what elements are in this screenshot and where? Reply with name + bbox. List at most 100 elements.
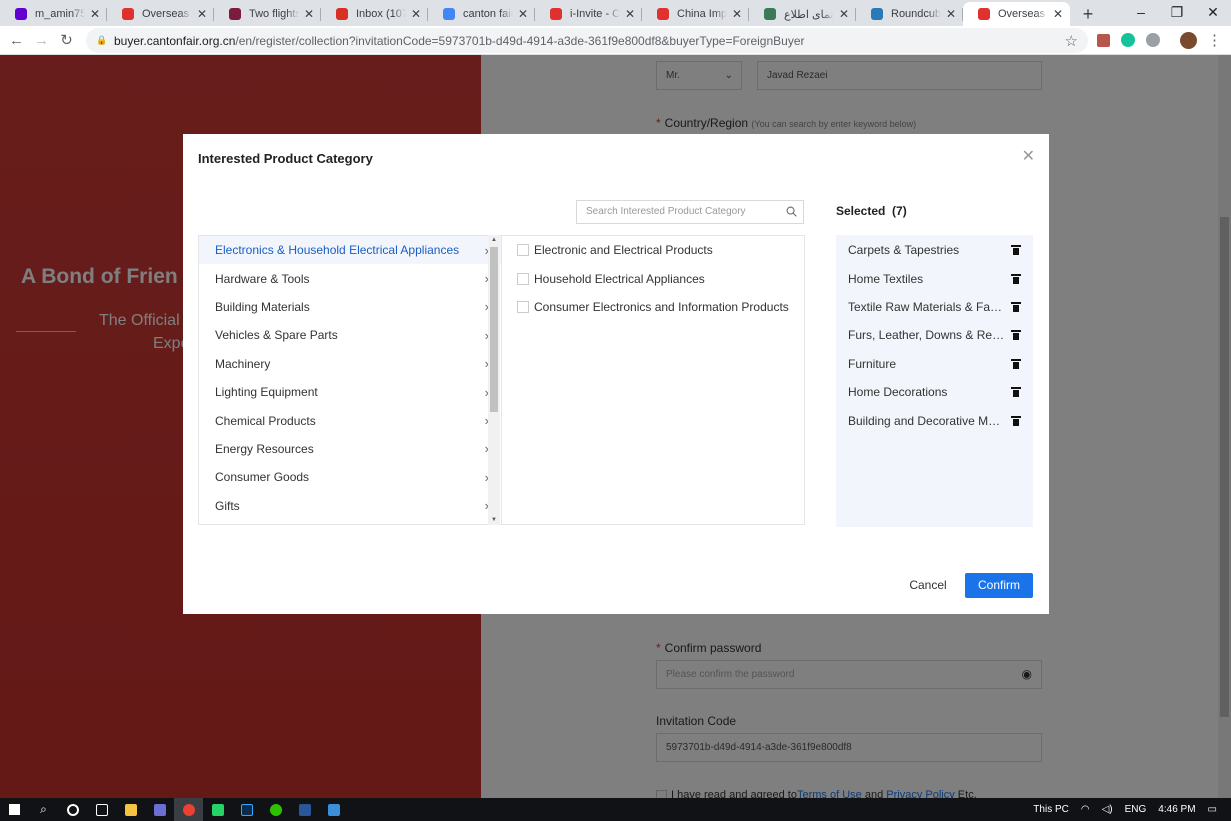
tab-close-icon[interactable]: ✕: [517, 7, 529, 21]
close-window-icon[interactable]: ✕: [1195, 0, 1231, 24]
back-icon[interactable]: ←: [4, 32, 29, 49]
browser-tab[interactable]: تارنمای اطلاع ✕: [749, 2, 856, 26]
browser-tab[interactable]: Inbox (107) ✕: [321, 2, 428, 26]
minimize-icon[interactable]: –: [1123, 0, 1159, 24]
category-label: Energy Resources: [215, 441, 314, 456]
forward-icon[interactable]: →: [29, 32, 54, 49]
selected-item-label: Building and Decorative Materials: [848, 413, 1005, 428]
reload-icon[interactable]: ↻: [54, 31, 79, 49]
subcategory-checkbox[interactable]: [517, 272, 529, 285]
remote-desktop-icon[interactable]: [319, 798, 348, 821]
tab-close-icon[interactable]: ✕: [196, 7, 208, 21]
chrome-taskbar-icon[interactable]: [174, 798, 203, 821]
lang-indicator[interactable]: ENG: [1125, 804, 1147, 815]
menu-kebab-icon[interactable]: ⋮: [1202, 31, 1227, 49]
category-label: Gifts: [215, 498, 240, 513]
browser-tab[interactable]: Two flights d ✕: [214, 2, 321, 26]
selected-header: Selected (7): [836, 204, 907, 218]
browser-tab[interactable]: China Import ✕: [642, 2, 749, 26]
selected-item-label: Carpets & Tapestries: [848, 243, 960, 258]
wifi-icon[interactable]: ◠: [1081, 804, 1090, 815]
tab-close-icon[interactable]: ✕: [410, 7, 422, 21]
photoshop-icon[interactable]: [232, 798, 261, 821]
browser-tab[interactable]: canton fair 2 ✕: [428, 2, 535, 26]
tab-close-icon[interactable]: ✕: [624, 7, 636, 21]
tab-close-icon[interactable]: ✕: [838, 7, 850, 21]
trash-icon[interactable]: [1011, 245, 1021, 256]
category-item[interactable]: Machinery ›: [199, 350, 501, 378]
cortana-icon[interactable]: [58, 798, 87, 821]
category-label: Chemical Products: [215, 413, 316, 428]
category-search-input[interactable]: Search Interested Product Category: [576, 200, 804, 224]
trash-icon[interactable]: [1011, 273, 1021, 284]
tab-label: Two flights d: [249, 8, 299, 20]
browser-tab[interactable]: Roundcube W ✕: [856, 2, 963, 26]
browser-tab[interactable]: Overseas Buy ✕: [107, 2, 214, 26]
subcategory-item[interactable]: Electronic and Electrical Products: [502, 236, 804, 264]
tab-close-icon[interactable]: ✕: [945, 7, 957, 21]
confirm-button[interactable]: Confirm: [965, 573, 1033, 598]
trash-icon[interactable]: [1011, 301, 1021, 312]
trash-icon[interactable]: [1011, 330, 1021, 341]
category-scroll-thumb[interactable]: [490, 247, 498, 412]
scroll-down-icon[interactable]: ▼: [491, 517, 497, 523]
subcategory-checkbox[interactable]: [517, 300, 529, 313]
close-icon[interactable]: ✕: [1022, 146, 1035, 166]
mail-app-icon[interactable]: [145, 798, 174, 821]
category-item[interactable]: Gifts ›: [199, 492, 501, 520]
globe-extension-icon[interactable]: [1146, 33, 1160, 47]
trash-icon[interactable]: [1011, 387, 1021, 398]
tab-close-icon[interactable]: ✕: [731, 7, 743, 21]
browser-tab[interactable]: i-Invite - Chi ✕: [535, 2, 642, 26]
grammarly-extension-icon[interactable]: [1121, 33, 1135, 47]
address-bar[interactable]: 🔒 buyer.cantonfair.org.cn/en/register/co…: [86, 28, 1088, 53]
category-item[interactable]: Energy Resources ›: [199, 435, 501, 463]
browser-tab[interactable]: m_amin7562 ✕: [0, 2, 107, 26]
trash-icon[interactable]: [1011, 415, 1021, 426]
clock[interactable]: 4:46 PM: [1158, 804, 1195, 815]
subcategory-label: Consumer Electronics and Information Pro…: [534, 299, 789, 314]
tab-close-icon[interactable]: ✕: [303, 7, 315, 21]
bookmark-star-icon[interactable]: ☆: [1065, 32, 1078, 50]
volume-icon[interactable]: ◁): [1102, 804, 1113, 815]
category-list-scrollbar[interactable]: ▲ ▼: [488, 235, 500, 525]
word-icon[interactable]: [290, 798, 319, 821]
profile-avatar-icon[interactable]: [1180, 32, 1197, 49]
pdf-extension-icon[interactable]: [1097, 34, 1110, 47]
subcategory-item[interactable]: Consumer Electronics and Information Pro…: [502, 293, 804, 321]
browser-tab[interactable]: Overseas Buy ✕: [963, 2, 1070, 26]
tab-close-icon[interactable]: ✕: [1052, 7, 1064, 21]
qatar-airways-icon: [228, 7, 242, 21]
category-item[interactable]: Building Materials ›: [199, 293, 501, 321]
windows-start-icon[interactable]: [0, 798, 29, 821]
notification-icon[interactable]: ▭: [1208, 804, 1217, 815]
file-explorer-icon[interactable]: [116, 798, 145, 821]
new-tab-icon[interactable]: +: [1074, 2, 1102, 26]
cancel-button[interactable]: Cancel: [903, 573, 953, 597]
whatsapp-icon[interactable]: [203, 798, 232, 821]
gmail-icon: [335, 7, 349, 21]
task-view-icon[interactable]: [87, 798, 116, 821]
category-item[interactable]: Chemical Products ›: [199, 406, 501, 434]
subcategory-item[interactable]: Household Electrical Appliances: [502, 264, 804, 292]
this-pc-label[interactable]: This PC: [1033, 804, 1069, 815]
search-placeholder: Search Interested Product Category: [586, 206, 746, 217]
category-item[interactable]: Vehicles & Spare Parts ›: [199, 321, 501, 349]
wechat-icon[interactable]: [261, 798, 290, 821]
roundcube-icon: [870, 7, 884, 21]
selected-item-label: Textile Raw Materials & Fabrics: [848, 299, 1005, 314]
selected-item-label: Home Decorations: [848, 385, 948, 400]
scroll-up-icon[interactable]: ▲: [491, 237, 497, 243]
category-item[interactable]: Lighting Equipment ›: [199, 378, 501, 406]
subcategory-checkbox[interactable]: [517, 244, 529, 257]
category-item[interactable]: Hardware & Tools ›: [199, 264, 501, 292]
tab-label: Roundcube W: [891, 8, 941, 20]
search-taskbar-icon[interactable]: ⌕: [29, 798, 58, 821]
category-item[interactable]: Electronics & Household Electrical Appli…: [199, 236, 501, 265]
search-icon[interactable]: [786, 206, 797, 217]
selected-count: (7): [892, 204, 907, 218]
trash-icon[interactable]: [1011, 358, 1021, 369]
maximize-icon[interactable]: ❐: [1159, 0, 1195, 24]
tab-close-icon[interactable]: ✕: [89, 7, 101, 21]
category-item[interactable]: Consumer Goods ›: [199, 463, 501, 491]
